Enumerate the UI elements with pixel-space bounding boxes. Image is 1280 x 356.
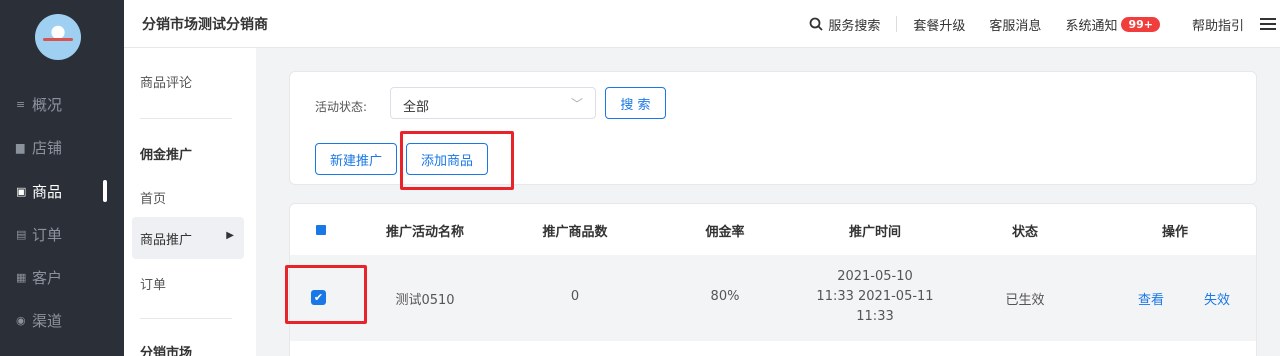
system-notice-link[interactable]: 系统通知 99+	[1057, 15, 1176, 34]
store-icon: ▆	[16, 140, 25, 154]
promotion-time-line3: 11:33	[856, 309, 894, 324]
subnav-item-orders[interactable]: 订单	[140, 274, 166, 293]
column-header: 操作	[1161, 225, 1188, 240]
service-search-link[interactable]: 服务搜索	[793, 15, 896, 34]
commission-rate: 80%	[710, 289, 740, 304]
promotion-time-line2: 11:33 2021-05-11	[816, 289, 934, 304]
highlight-box	[285, 265, 367, 324]
promotion-name: 测试0510	[395, 293, 455, 308]
status-text: 已生效	[1005, 293, 1045, 308]
nav-item-label: 渠道	[32, 311, 63, 330]
nav-item-overview[interactable]: ≡ 概况	[16, 94, 62, 114]
divider	[140, 118, 232, 119]
shop-title: 分销市场测试分销商	[142, 17, 268, 33]
order-icon: ▤	[16, 227, 27, 241]
search-icon	[809, 17, 824, 31]
subnav-item-home[interactable]: 首页	[140, 188, 166, 207]
divider	[140, 318, 232, 319]
new-promotion-button[interactable]: 新建推广	[315, 143, 397, 175]
nav-item-customer[interactable]: ▦ 客户	[16, 267, 62, 287]
top-bar: 分销市场测试分销商 服务搜索 套餐升级 客服消息 系统通知 99+ 帮助指引	[124, 0, 1280, 48]
disable-link[interactable]: 失效	[1204, 289, 1230, 308]
column-header: 推广商品数	[542, 225, 608, 240]
channel-icon: ◉	[16, 313, 26, 327]
system-notice-label: 系统通知	[1065, 18, 1118, 34]
search-button[interactable]: 搜 索	[605, 87, 666, 119]
goods-count: 0	[570, 289, 580, 304]
table-header: 推广活动名称 推广商品数 佣金率 推广时间 状态 操作	[290, 204, 1256, 254]
column-header: 推广活动名称	[385, 225, 464, 240]
menu-icon[interactable]	[1260, 18, 1276, 30]
status-filter-label: 活动状态:	[315, 100, 368, 114]
app: ≡ 概况 ▆ 店铺 ▣ 商品 ▤ 订单 ▦ 客户 ◉ 渠道 分销市场测试分销商	[0, 0, 1280, 356]
goods-icon: ▣	[16, 184, 27, 198]
status-select-value: 全部	[403, 100, 430, 115]
nav-item-label: 店铺	[32, 138, 63, 157]
logo-icon[interactable]	[35, 14, 81, 60]
subnav-item-label: 商品推广	[140, 233, 193, 248]
nav-item-label: 商品	[32, 182, 63, 201]
service-message-link[interactable]: 客服消息	[981, 15, 1057, 34]
top-actions: 服务搜索 套餐升级 客服消息 系统通知 99+ 帮助指引	[793, 0, 1280, 48]
nav-item-goods[interactable]: ▣ 商品	[16, 181, 62, 201]
nav-item-channel[interactable]: ◉ 渠道	[16, 310, 62, 330]
nav-active-indicator	[103, 180, 107, 202]
nav-item-order[interactable]: ▤ 订单	[16, 224, 62, 244]
chevron-down-icon: ﹀	[570, 97, 583, 111]
subnav-item-review[interactable]: 商品评论	[140, 72, 192, 91]
notice-badge: 99+	[1121, 16, 1160, 32]
left-nav: ≡ 概况 ▆ 店铺 ▣ 商品 ▤ 订单 ▦ 客户 ◉ 渠道	[0, 0, 124, 356]
subnav-section-commission: 佣金推广	[140, 148, 193, 163]
column-header: 状态	[1011, 225, 1038, 240]
nav-item-label: 概况	[32, 95, 63, 114]
nav-item-label: 客户	[32, 268, 63, 287]
caret-right-icon: ▶	[226, 230, 234, 241]
service-search-label: 服务搜索	[828, 18, 881, 34]
promotion-time-line1: 2021-05-10	[837, 269, 913, 284]
help-link[interactable]: 帮助指引	[1176, 15, 1248, 34]
upgrade-link[interactable]: 套餐升级	[897, 15, 981, 34]
highlight-box	[400, 131, 514, 190]
status-select[interactable]: 全部 ﹀	[390, 87, 596, 119]
secondary-nav: 商品评论 佣金推广 首页 订单 分销市场	[124, 48, 256, 356]
nav-item-label: 订单	[32, 225, 63, 244]
select-all-checkbox[interactable]	[316, 225, 326, 235]
subnav-section-market: 分销市场	[140, 346, 193, 356]
view-link[interactable]: 查看	[1138, 289, 1164, 308]
table-row: ✔ 测试0510 0 80% 2021-05-10 11:33 2021-05-…	[290, 255, 1256, 341]
nav-item-store[interactable]: ▆ 店铺	[16, 137, 62, 157]
subnav-item-promotion[interactable]: 商品推广 ▶	[132, 217, 244, 259]
column-header: 推广时间	[848, 225, 901, 240]
overview-icon: ≡	[16, 97, 26, 111]
customer-icon: ▦	[16, 270, 27, 284]
column-header: 佣金率	[705, 225, 745, 240]
